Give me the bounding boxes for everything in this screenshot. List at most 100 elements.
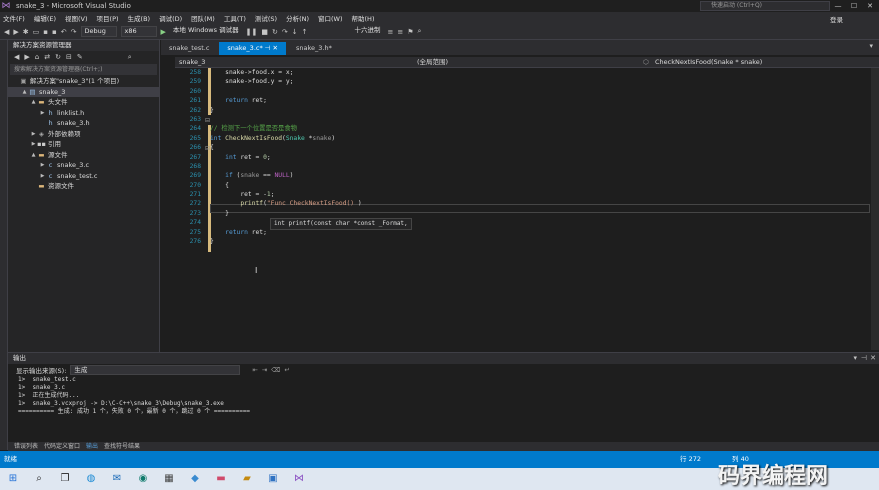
edge-browser-icon[interactable]: ◍ — [78, 468, 104, 490]
quick-launch-input[interactable]: 快速启动 (Ctrl+Q) — [700, 1, 830, 11]
windows-start-icon[interactable]: ⊞ — [0, 468, 26, 490]
redo-icon[interactable]: ↷ — [71, 28, 77, 36]
step-into-icon[interactable]: ↓ — [292, 28, 298, 36]
tree-item[interactable]: ▲ ▬ 头文件 — [8, 97, 159, 108]
menu-test[interactable]: 测试(S) — [252, 13, 283, 23]
expand-arrow-icon[interactable]: ▶ — [30, 139, 37, 150]
tree-item[interactable]: ▲ ▤ snake_3 — [8, 86, 159, 98]
close-icon[interactable]: ✕ — [862, 0, 878, 12]
step-out-icon[interactable]: ↑ — [302, 28, 308, 36]
code-editor[interactable]: 258 259 260 261 262 263 264 265 266 267 268 269 270 2… — [175, 68, 879, 350]
app-icon[interactable]: ▬ — [208, 468, 234, 490]
scope-dropdown[interactable]: (全局范围) — [417, 57, 448, 68]
configuration-select[interactable]: Debug — [80, 26, 117, 37]
expand-arrow-icon[interactable]: ▶ — [39, 108, 46, 119]
close-tab-icon[interactable]: ✕ — [273, 44, 278, 52]
editor-scrollbar[interactable] — [871, 68, 879, 350]
tree-item[interactable]: ▶ c snake_test.c — [8, 171, 159, 182]
stop-icon[interactable]: ■ — [261, 28, 268, 36]
window-position-icon[interactable]: ▾ — [853, 354, 857, 362]
tab-snake-test-c[interactable]: snake_test.c — [161, 42, 217, 55]
save-icon[interactable]: ▪ — [43, 28, 48, 36]
find-icon[interactable]: ⌕ — [417, 27, 421, 36]
new-project-icon[interactable]: ✱ — [23, 28, 29, 36]
menu-analyze[interactable]: 分析(N) — [283, 13, 315, 23]
refresh-icon[interactable]: ↻ — [55, 53, 61, 61]
menu-team[interactable]: 团队(M) — [188, 13, 221, 23]
tab-overflow-icon[interactable]: ▾ — [869, 42, 873, 50]
function-dropdown[interactable]: CheckNextIsFood(Snake * snake) — [655, 57, 762, 68]
task-view-icon[interactable]: ❐ — [52, 468, 78, 490]
uncomment-icon[interactable]: ≡ — [397, 28, 403, 36]
home-icon[interactable]: ⌂ — [35, 53, 39, 61]
tree-item[interactable]: ▶ ◈ 外部依赖项 — [8, 129, 159, 140]
back-icon[interactable]: ◀ — [4, 28, 9, 36]
start-debug-icon[interactable]: ▶ — [161, 28, 166, 36]
tab-code-definition[interactable]: 代码定义窗口 — [44, 442, 80, 451]
menu-view[interactable]: 视图(V) — [62, 13, 94, 23]
folder-icon[interactable]: ▰ — [234, 468, 260, 490]
output-source-select[interactable]: 生成 — [70, 365, 241, 375]
tab-output[interactable]: 输出 — [86, 442, 98, 451]
menu-build[interactable]: 生成(B) — [125, 13, 157, 23]
menu-debug[interactable]: 调试(D) — [156, 13, 188, 23]
hex-display-button[interactable]: 十六进制 — [351, 26, 383, 37]
tree-item[interactable]: ▣ 解决方案"snake_3"(1 个项目) — [8, 76, 159, 87]
find-message-icon[interactable]: ⇤ — [252, 366, 257, 374]
pin-icon[interactable]: ⊣ — [265, 44, 271, 52]
tree-item[interactable]: ▶ ▪▪ 引用 — [8, 139, 159, 150]
tree-item[interactable]: ▶ h linklist.h — [8, 108, 159, 119]
search-icon[interactable]: ⌕ — [128, 53, 132, 62]
tree-item[interactable]: ▬ 资源文件 — [8, 181, 159, 192]
menu-help[interactable]: 帮助(H) — [349, 13, 381, 23]
login-link[interactable]: 登录 — [830, 14, 843, 24]
tab-snake-3-c[interactable]: snake_3.c* ⊣ ✕ — [219, 42, 286, 55]
comment-icon[interactable]: ≡ — [387, 28, 393, 36]
menu-project[interactable]: 项目(P) — [94, 13, 125, 23]
menu-file[interactable]: 文件(F) — [0, 13, 31, 23]
restart-icon[interactable]: ↻ — [272, 28, 278, 36]
open-icon[interactable]: ▭ — [33, 28, 40, 36]
maximize-icon[interactable]: ☐ — [846, 0, 862, 12]
tree-item[interactable]: h snake_3.h — [8, 118, 159, 129]
expand-arrow-icon[interactable]: ▶ — [39, 171, 46, 182]
solution-search-input[interactable]: 搜索解决方案资源管理器(Ctrl+;) — [10, 64, 157, 75]
mail-icon[interactable]: ✉ — [104, 468, 130, 490]
next-message-icon[interactable]: ⇥ — [262, 366, 267, 374]
local-debugger-button[interactable]: 本地 Windows 调试器 — [170, 26, 242, 37]
tree-item[interactable]: ▶ c snake_3.c — [8, 160, 159, 171]
expand-arrow-icon[interactable]: ▲ — [21, 87, 28, 98]
platform-select[interactable]: x86 — [120, 26, 157, 37]
menu-tools[interactable]: 工具(T) — [221, 13, 252, 23]
collapse-icon[interactable]: ⊟ — [66, 53, 72, 61]
tab-error-list[interactable]: 错误列表 — [14, 442, 38, 451]
expand-arrow-icon[interactable]: ▲ — [30, 97, 37, 108]
app-icon[interactable]: ▦ — [156, 468, 182, 490]
expand-arrow-icon[interactable]: ▶ — [30, 129, 37, 140]
tree-item[interactable]: ▲ ▬ 源文件 — [8, 150, 159, 161]
menu-window[interactable]: 窗口(W) — [315, 13, 349, 23]
app-icon[interactable]: ▣ — [260, 468, 286, 490]
app-icon[interactable]: ◆ — [182, 468, 208, 490]
close-panel-icon[interactable]: ✕ — [870, 354, 876, 362]
server-explorer-strip[interactable] — [0, 40, 8, 450]
undo-icon[interactable]: ↶ — [61, 28, 67, 36]
project-dropdown[interactable]: snake_3 — [179, 57, 205, 68]
word-wrap-icon[interactable]: ↵ — [285, 366, 290, 374]
step-over-icon[interactable]: ↷ — [282, 28, 288, 36]
expand-arrow-icon[interactable]: ▲ — [30, 150, 37, 161]
forward-icon[interactable]: ▶ — [13, 28, 18, 36]
search-icon[interactable]: ⌕ — [26, 468, 52, 490]
back-icon[interactable]: ◀ — [14, 53, 19, 61]
app-icon[interactable]: ◉ — [130, 468, 156, 490]
expand-arrow-icon[interactable]: ▶ — [39, 160, 46, 171]
bookmark-icon[interactable]: ⚑ — [407, 28, 413, 36]
sync-icon[interactable]: ⇄ — [44, 53, 50, 61]
minimize-icon[interactable]: — — [830, 0, 846, 12]
visual-studio-icon[interactable]: ⋈ — [286, 468, 312, 490]
save-all-icon[interactable]: ▪ — [52, 28, 57, 36]
tab-snake-3-h[interactable]: snake_3.h* — [288, 42, 340, 55]
forward-icon[interactable]: ▶ — [24, 53, 29, 61]
menu-edit[interactable]: 编辑(E) — [31, 13, 62, 23]
pause-icon[interactable]: ❚❚ — [246, 28, 258, 36]
